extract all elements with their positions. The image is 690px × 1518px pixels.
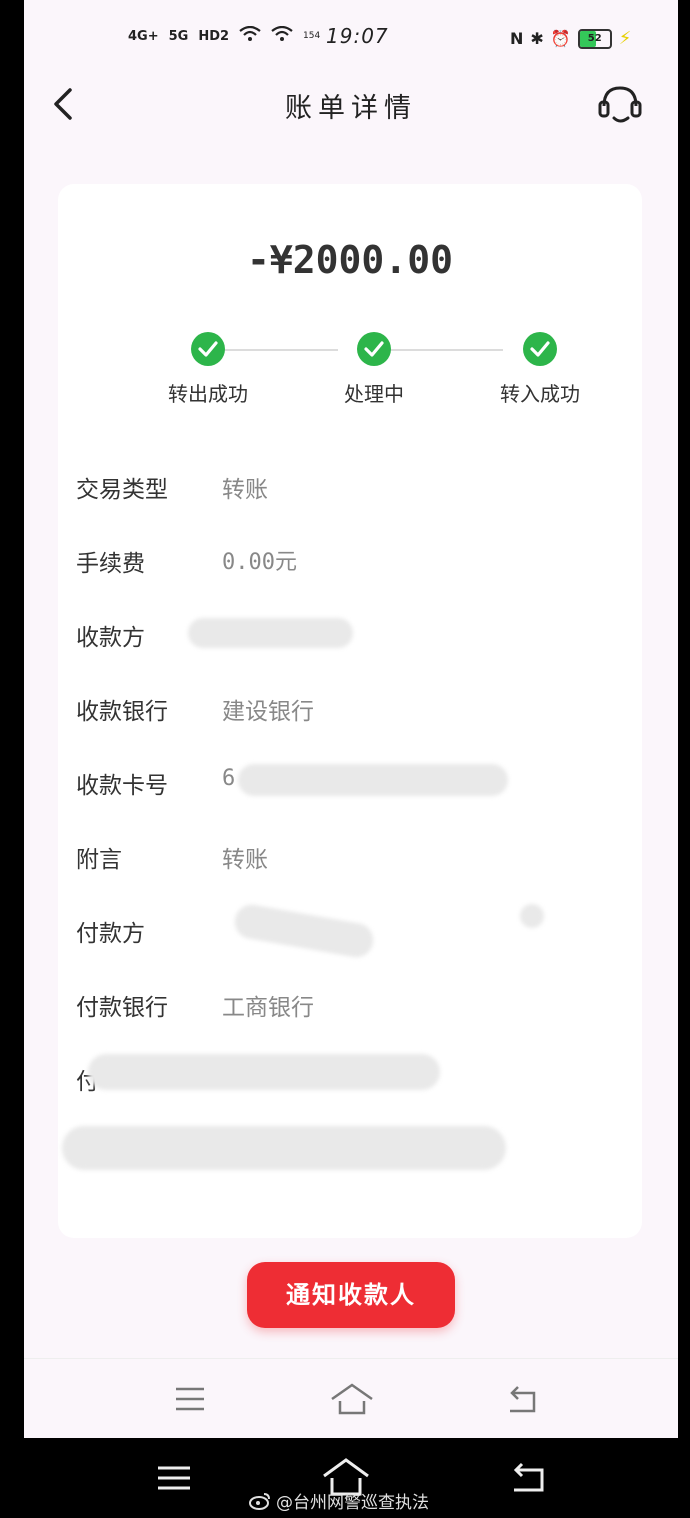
progress-step-1: 转出成功 (138, 332, 278, 407)
menu-icon (158, 1466, 190, 1490)
transfer-progress: 转出成功 处理中 转入成功 (58, 332, 642, 422)
check-icon (523, 332, 557, 366)
redaction-smear (62, 1126, 506, 1170)
row-label: 交易类型 (76, 477, 168, 503)
redaction-smear (88, 1054, 440, 1090)
back-icon (510, 1386, 536, 1413)
network-hd: HD2 (198, 28, 230, 44)
headset-icon (598, 86, 642, 123)
status-time: 19:07 (326, 24, 389, 48)
progress-step-2: 处理中 (304, 332, 444, 407)
watermark: @台州网警巡查执法 (248, 1488, 429, 1513)
wifi-icon (239, 25, 261, 46)
charging-icon: ⚡ (618, 28, 632, 49)
navigation-bar (24, 1358, 678, 1438)
row-value: 转账 (222, 477, 268, 503)
detail-row-payee-bank: 收款银行 建设银行 (58, 672, 642, 746)
status-bar: 4G+ 5G HD2 154 19:07 N ✱ ⏰ 52 ⚡ (24, 18, 678, 58)
net-speed: 154 (303, 31, 321, 41)
row-value: 工商银行 (222, 995, 314, 1021)
row-label: 收款方 (76, 625, 145, 651)
detail-row-remark: 附言 转账 (58, 820, 642, 894)
status-right-icons: N ✱ ⏰ 52 ⚡ (510, 28, 631, 49)
row-label: 收款银行 (76, 699, 168, 725)
wifi-icon (271, 25, 293, 46)
transaction-amount: -¥2000.00 (247, 238, 453, 282)
network-5g: 5G (168, 28, 189, 44)
detail-row-payer: 付款方 (58, 894, 642, 968)
progress-step-3: 转入成功 (470, 332, 610, 407)
alarm-icon: ⏰ (550, 29, 571, 48)
notify-payee-button[interactable]: 通知收款人 (247, 1262, 455, 1328)
customer-service-button[interactable] (594, 80, 646, 130)
check-icon (357, 332, 391, 366)
row-value: 转账 (222, 847, 268, 873)
row-label: 收款卡号 (76, 773, 168, 799)
home-button[interactable] (330, 1379, 373, 1419)
bluetooth-icon: ✱ (530, 29, 544, 48)
redaction-smear (238, 764, 508, 796)
weibo-icon (249, 1492, 270, 1510)
row-value: 建设银行 (222, 699, 314, 725)
home-icon (331, 1383, 373, 1415)
row-label: 手续费 (76, 551, 145, 577)
detail-row-payee: 收款方 (58, 598, 642, 672)
redaction-dot (520, 904, 544, 928)
network-4g: 4G+ (128, 28, 159, 44)
step-label: 转出成功 (168, 382, 248, 406)
detail-row-redacted (58, 1116, 642, 1190)
row-value: 0.00元 (222, 550, 297, 575)
menu-icon (176, 1387, 204, 1411)
detail-row-fee: 手续费 0.00元 (58, 524, 642, 598)
back-nav-button[interactable] (502, 1379, 542, 1419)
step-label: 转入成功 (500, 382, 580, 406)
device-menu-button[interactable] (152, 1456, 196, 1500)
detail-row-payee-card: 收款卡号 6 (58, 746, 642, 820)
battery-icon: 52 (577, 28, 612, 49)
page-title: 账单详情 (285, 93, 417, 124)
redaction-smear (188, 618, 353, 648)
detail-row-type: 交易类型 转账 (58, 450, 642, 524)
header: 账单详情 (24, 72, 678, 136)
row-label: 付款银行 (76, 995, 168, 1021)
detail-list: 交易类型 转账 手续费 0.00元 收款方 收款银行 建设银行 收款卡号 6 附… (58, 450, 642, 1190)
menu-button[interactable] (170, 1379, 210, 1419)
row-label: 附言 (76, 847, 122, 873)
back-icon (513, 1462, 544, 1492)
row-label: 付款方 (76, 921, 145, 947)
phone-screen: 4G+ 5G HD2 154 19:07 N ✱ ⏰ 52 ⚡ 账单详情 -¥2… (24, 0, 678, 1438)
row-value: 6 (222, 766, 236, 791)
nfc-icon: N (510, 29, 524, 48)
bill-detail-card: -¥2000.00 转出成功 处理中 转入成功 交易类型 转账 手续费 0.00… (58, 184, 642, 1238)
device-back-button[interactable] (506, 1456, 550, 1500)
detail-row-payer-card: 付 (58, 1042, 642, 1116)
network-indicators: 4G+ 5G HD2 154 (128, 25, 321, 46)
step-label: 处理中 (344, 382, 404, 406)
device-navigation-bar: @台州网警巡查执法 (0, 1438, 690, 1518)
check-icon (191, 332, 225, 366)
watermark-text: @台州网警巡查执法 (276, 1493, 429, 1513)
redaction-smear (232, 902, 376, 960)
detail-row-payer-bank: 付款银行 工商银行 (58, 968, 642, 1042)
